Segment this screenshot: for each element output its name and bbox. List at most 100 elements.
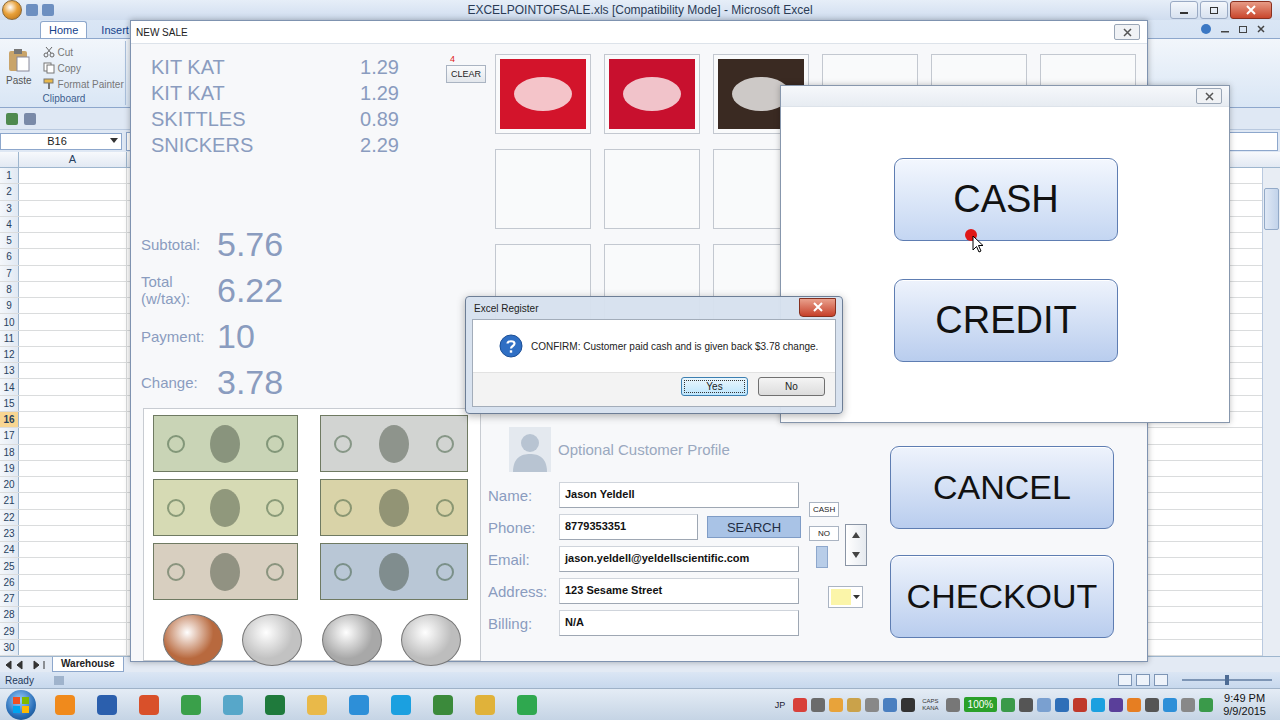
cell[interactable] <box>19 558 127 573</box>
row-header[interactable]: 16 <box>0 412 19 427</box>
clear-button[interactable]: CLEAR <box>446 65 486 83</box>
tray-icon[interactable] <box>1091 698 1105 712</box>
app-icon[interactable] <box>134 692 163 718</box>
close-icon[interactable] <box>1114 24 1140 40</box>
product-button[interactable] <box>604 54 700 134</box>
checkout-button[interactable]: CHECKOUT <box>890 555 1114 638</box>
row-header[interactable]: 1 <box>0 168 19 183</box>
break-view-icon[interactable] <box>1154 674 1168 686</box>
row-header[interactable]: 6 <box>0 249 19 264</box>
row-header[interactable]: 17 <box>0 428 19 443</box>
minimize-icon[interactable] <box>1170 1 1198 19</box>
text-input[interactable]: Jason Yeldell <box>559 482 799 508</box>
row-header[interactable]: 14 <box>0 379 19 394</box>
column-header[interactable]: A <box>19 152 127 167</box>
tray-icon[interactable] <box>1163 698 1177 712</box>
tray-icon[interactable] <box>793 698 807 712</box>
cart-item[interactable]: SNICKERS2.29 <box>151 132 399 158</box>
row-header[interactable]: 9 <box>0 298 19 313</box>
cell[interactable] <box>19 575 127 590</box>
app-icon[interactable] <box>302 692 331 718</box>
text-input[interactable]: N/A <box>559 610 799 636</box>
app-icon[interactable] <box>176 692 205 718</box>
cell[interactable] <box>19 493 127 508</box>
bill-button[interactable] <box>153 543 298 600</box>
cancel-button[interactable]: CANCEL <box>890 446 1114 529</box>
row-header[interactable]: 29 <box>0 623 19 638</box>
dialog-button[interactable]: No <box>758 377 825 396</box>
row-header[interactable]: 13 <box>0 363 19 378</box>
row-header[interactable]: 25 <box>0 558 19 573</box>
dialog-button[interactable]: Yes <box>681 377 748 396</box>
save-icon[interactable] <box>26 4 38 16</box>
cart-item[interactable]: SKITTLES0.89 <box>151 106 399 132</box>
cell[interactable] <box>19 526 127 541</box>
cell[interactable] <box>19 445 127 460</box>
app-icon[interactable] <box>260 692 289 718</box>
tray-icon[interactable] <box>1109 698 1123 712</box>
search-button[interactable]: SEARCH <box>707 516 801 538</box>
cell[interactable] <box>19 298 127 313</box>
cell[interactable] <box>19 249 127 264</box>
app-icon[interactable] <box>50 692 79 718</box>
color-picker[interactable] <box>828 586 863 608</box>
ime-indicator[interactable]: JP <box>771 700 790 710</box>
spin-button[interactable] <box>845 524 867 566</box>
copy-button[interactable]: Copy <box>43 62 124 74</box>
cell[interactable] <box>19 461 127 476</box>
cell[interactable] <box>19 477 127 492</box>
tray-icon[interactable] <box>1073 698 1087 712</box>
row-header[interactable]: 8 <box>0 282 19 297</box>
minimize-icon[interactable] <box>1220 24 1230 34</box>
cell[interactable] <box>19 623 127 638</box>
help-icon[interactable] <box>1200 23 1212 35</box>
row-header[interactable]: 10 <box>0 314 19 329</box>
row-header[interactable]: 22 <box>0 510 19 525</box>
battery-indicator[interactable]: 100% <box>964 697 998 712</box>
cell[interactable] <box>19 379 127 394</box>
cell[interactable] <box>19 168 127 183</box>
zoom-slider[interactable] <box>1182 679 1272 681</box>
format-painter-button[interactable]: Format Painter <box>43 78 124 90</box>
cell[interactable] <box>19 607 127 622</box>
cart-item[interactable]: KIT KAT1.29 <box>151 80 399 106</box>
tray-icon[interactable] <box>1001 698 1015 712</box>
product-button[interactable] <box>495 54 591 134</box>
macro-record-icon[interactable] <box>54 676 64 685</box>
close-icon[interactable] <box>799 298 836 317</box>
row-header[interactable]: 23 <box>0 526 19 541</box>
cell[interactable] <box>19 542 127 557</box>
row-header[interactable]: 24 <box>0 542 19 557</box>
cut-button[interactable]: Cut <box>43 46 124 58</box>
tray-icon[interactable] <box>1181 698 1195 712</box>
row-header[interactable]: 11 <box>0 331 19 346</box>
row-header[interactable]: 28 <box>0 607 19 622</box>
cell[interactable] <box>19 396 127 411</box>
cell[interactable] <box>19 282 127 297</box>
office-button-icon[interactable] <box>2 0 22 20</box>
app-icon[interactable] <box>386 692 415 718</box>
payment-button[interactable]: CREDIT <box>894 279 1118 362</box>
bill-button[interactable] <box>320 479 468 536</box>
app-icon[interactable] <box>512 692 541 718</box>
row-header[interactable]: 15 <box>0 396 19 411</box>
tray-icon[interactable] <box>811 698 825 712</box>
bill-button[interactable] <box>320 415 468 472</box>
app-icon[interactable] <box>344 692 373 718</box>
payment-type-field[interactable]: CASH <box>809 502 839 517</box>
row-header[interactable]: 19 <box>0 461 19 476</box>
macro-icon[interactable] <box>24 113 36 125</box>
tray-icon[interactable] <box>1055 698 1069 712</box>
sheet-nav[interactable] <box>0 657 52 672</box>
row-header[interactable]: 12 <box>0 347 19 362</box>
tray-icon[interactable] <box>946 698 960 712</box>
payment-button[interactable]: CASH <box>894 158 1118 241</box>
bill-button[interactable] <box>153 415 298 472</box>
cell[interactable] <box>19 184 127 199</box>
text-input[interactable]: 8779353351 <box>559 514 698 540</box>
row-header[interactable]: 3 <box>0 201 19 216</box>
tray-icon[interactable] <box>1019 698 1033 712</box>
cell[interactable] <box>19 233 127 248</box>
cell[interactable] <box>19 314 127 329</box>
row-header[interactable]: 2 <box>0 184 19 199</box>
